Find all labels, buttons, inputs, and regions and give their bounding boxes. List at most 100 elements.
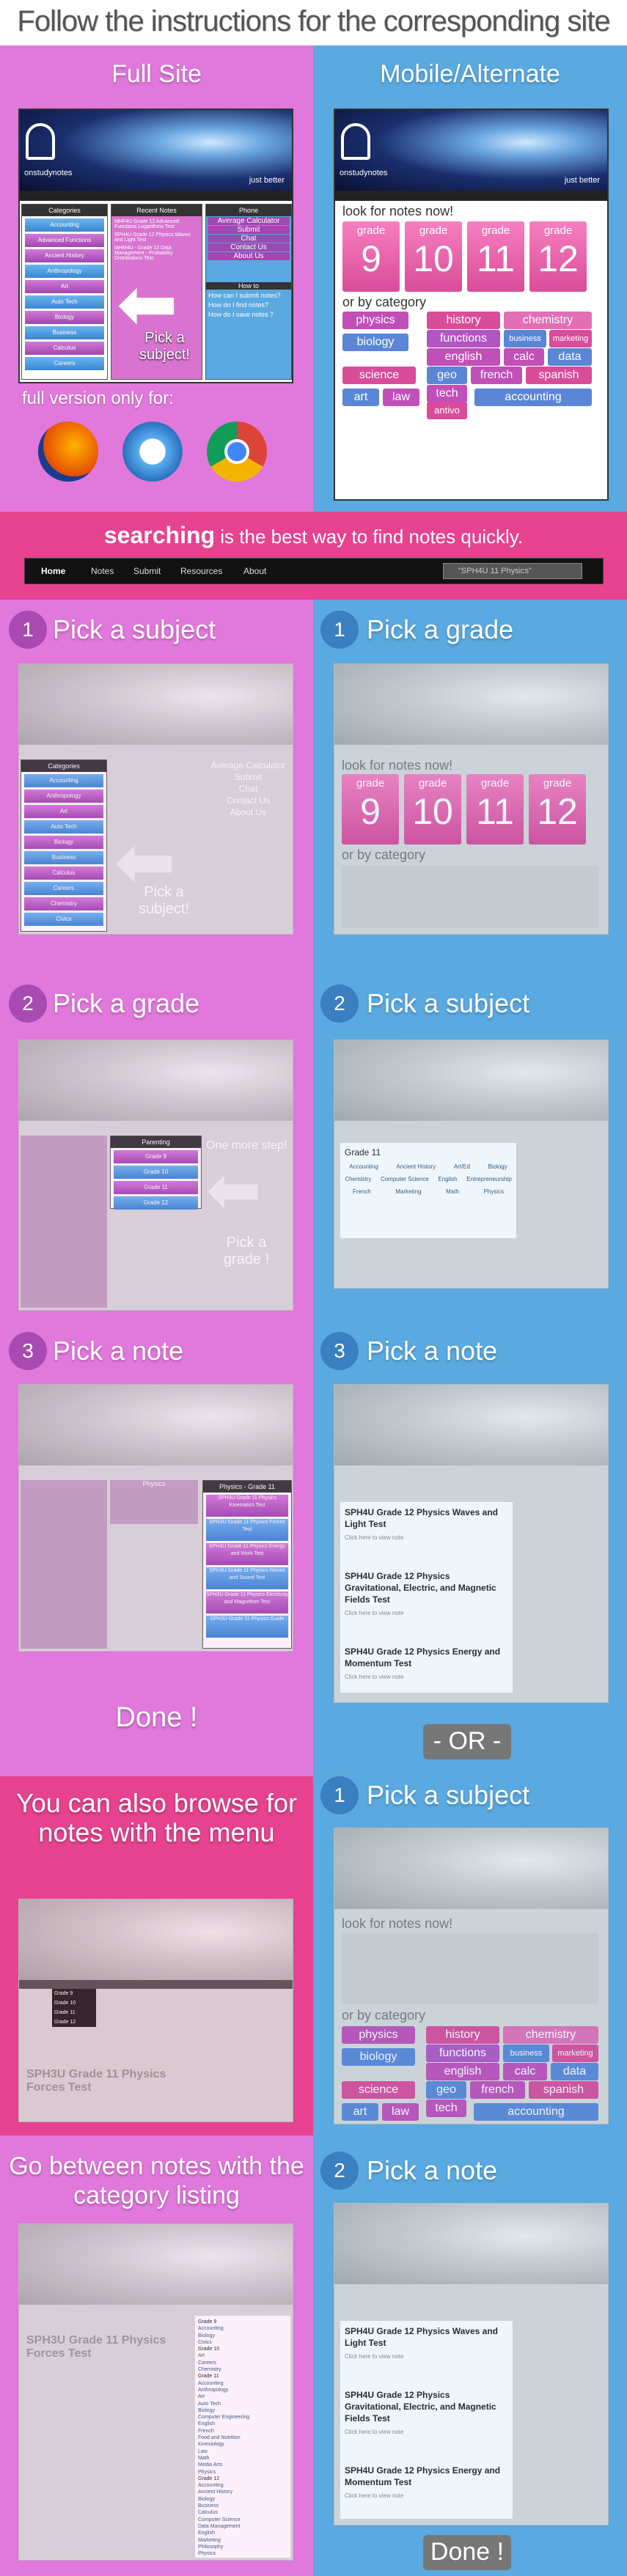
grade-item[interactable]: Grade 10 bbox=[114, 1166, 198, 1179]
note-link[interactable]: Click here to view note bbox=[345, 1674, 508, 1680]
sidebar-link[interactable]: French bbox=[198, 2428, 287, 2435]
sidebar-link[interactable]: Math bbox=[198, 2455, 287, 2462]
grade-item[interactable]: Grade 11 bbox=[114, 1181, 198, 1194]
subject-french[interactable]: french bbox=[470, 2081, 525, 2099]
sidebar-link[interactable]: Grade 9 bbox=[198, 2319, 287, 2325]
search-input[interactable]: "SPH4U 11 Physics" bbox=[443, 563, 582, 579]
category-item[interactable]: Calculus bbox=[25, 342, 104, 355]
note-title[interactable]: SPH4U Grade 12 Physics Waves and Light T… bbox=[345, 2325, 508, 2349]
category-item[interactable]: Chemistry bbox=[24, 897, 103, 910]
note-item[interactable]: SPH3U Grade 11 Physics Electricity and M… bbox=[206, 1591, 288, 1613]
sidebar-link[interactable]: English bbox=[198, 2530, 287, 2536]
sidebar-link[interactable]: Physics bbox=[198, 2550, 287, 2557]
category-item[interactable]: Advanced Functions bbox=[25, 234, 104, 247]
sidebar-link[interactable]: Philosophy bbox=[198, 2544, 287, 2550]
sidebar-link[interactable]: Biology bbox=[198, 2333, 287, 2339]
phone-link[interactable]: Average Calculator bbox=[208, 217, 290, 225]
subject-chemistry[interactable]: chemistry bbox=[503, 2026, 598, 2044]
sidebar-link[interactable]: Calculus bbox=[198, 2509, 287, 2516]
sidebar-link[interactable]: Media Arts bbox=[198, 2462, 287, 2468]
subject-marketing[interactable]: marketing bbox=[549, 330, 592, 347]
nav-about[interactable]: About bbox=[243, 566, 266, 576]
recent-item[interactable]: SPH4U Grade 12 Physics Waves and Light T… bbox=[114, 232, 199, 243]
subject-link[interactable]: Marketing bbox=[395, 1188, 421, 1195]
sidebar-link[interactable]: Physics bbox=[198, 2469, 287, 2476]
sidebar-link[interactable]: Art bbox=[198, 2393, 287, 2400]
grade-10-button[interactable]: grade 10 bbox=[404, 774, 461, 844]
subject-antivo[interactable]: antivo bbox=[427, 402, 467, 419]
dropdown-item[interactable]: Grade 11 bbox=[54, 2010, 94, 2015]
subject-spanish[interactable]: spanish bbox=[526, 367, 592, 384]
nav-resources[interactable]: Resources bbox=[180, 566, 222, 576]
subject-french[interactable]: french bbox=[471, 367, 522, 384]
category-item[interactable]: Art bbox=[24, 805, 103, 818]
grade-item[interactable]: Grade 12 bbox=[114, 1196, 198, 1210]
subject-link[interactable]: Biology bbox=[488, 1163, 507, 1170]
category-item[interactable]: Business bbox=[24, 851, 103, 864]
phone-link[interactable]: Contact Us bbox=[208, 243, 290, 251]
subject-art[interactable]: art bbox=[342, 389, 379, 406]
note-title[interactable]: SPH4U Grade 12 Physics Gravitational, El… bbox=[345, 2389, 508, 2424]
subject-link[interactable]: Physics bbox=[484, 1188, 505, 1195]
sidebar-link[interactable]: Kinesiology bbox=[198, 2441, 287, 2448]
note-link[interactable]: Click here to view note bbox=[345, 2492, 508, 2499]
grade-12-button[interactable]: grade 12 bbox=[529, 774, 586, 844]
subject-data[interactable]: data bbox=[548, 348, 592, 366]
grade-12-button[interactable]: grade 12 bbox=[529, 221, 587, 292]
subject-biology[interactable]: biology bbox=[342, 2048, 415, 2066]
phone-link[interactable]: About Us bbox=[208, 252, 290, 260]
sidebar-link[interactable]: Accounting bbox=[198, 2380, 287, 2387]
sidebar-link[interactable]: English bbox=[198, 2421, 287, 2427]
subject-geo[interactable]: geo bbox=[426, 2081, 466, 2099]
dropdown-item[interactable]: Grade 9 bbox=[54, 1991, 94, 1996]
sidebar-link[interactable]: Grade 12 bbox=[198, 2476, 287, 2482]
category-item[interactable]: Anthropology bbox=[25, 265, 104, 278]
subject-data[interactable]: data bbox=[551, 2063, 598, 2080]
subject-law[interactable]: law bbox=[383, 389, 419, 406]
category-item[interactable]: Calculus bbox=[24, 866, 103, 880]
sidebar-link[interactable]: Careers bbox=[198, 2360, 287, 2366]
note-title[interactable]: SPH4U Grade 12 Physics Energy and Moment… bbox=[345, 1646, 508, 1669]
note-link[interactable]: Click here to view note bbox=[345, 1534, 508, 1541]
subject-english[interactable]: english bbox=[426, 2063, 499, 2080]
howto-link[interactable]: How do I find notes? bbox=[208, 301, 289, 309]
subject-science[interactable]: science bbox=[342, 2081, 415, 2099]
sidebar-link[interactable]: Grade 10 bbox=[198, 2346, 287, 2352]
category-item[interactable]: Civics bbox=[24, 913, 103, 926]
sidebar-link[interactable]: Ancient History bbox=[198, 2489, 287, 2495]
subject-link[interactable]: Accounting bbox=[349, 1163, 378, 1170]
note-title[interactable]: SPH4U Grade 12 Physics Waves and Light T… bbox=[345, 1506, 508, 1530]
sidebar-link[interactable]: Accounting bbox=[198, 2325, 287, 2332]
category-item[interactable]: Careers bbox=[25, 357, 104, 370]
subject-art[interactable]: art bbox=[342, 2103, 378, 2121]
subject-accounting[interactable]: accounting bbox=[474, 389, 592, 406]
subject-accounting[interactable]: accounting bbox=[474, 2103, 598, 2121]
note-item[interactable]: SPH3U Grade 11 Physics Kinematics Test bbox=[206, 1495, 288, 1517]
category-item[interactable]: Careers bbox=[24, 882, 103, 895]
subject-english[interactable]: english bbox=[427, 348, 500, 366]
category-item[interactable]: Accounting bbox=[25, 218, 104, 232]
dropdown-item[interactable]: Grade 12 bbox=[54, 2020, 94, 2025]
note-link[interactable]: Click here to view note bbox=[345, 2429, 508, 2435]
sidebar-link[interactable]: Biology bbox=[198, 2496, 287, 2503]
category-item[interactable]: Auto Tech bbox=[24, 820, 103, 833]
grade-11-button[interactable]: grade 11 bbox=[467, 221, 524, 292]
subject-physics[interactable]: physics bbox=[342, 312, 408, 329]
note-item[interactable]: SPH3U Grade 11 Physics Waves and Sound T… bbox=[206, 1567, 288, 1589]
note-item[interactable]: SPH3U Grade 11 Physics Guide bbox=[206, 1616, 288, 1638]
subject-history[interactable]: history bbox=[426, 2026, 499, 2044]
subject-calc[interactable]: calc bbox=[504, 348, 544, 366]
subject-spanish[interactable]: spanish bbox=[529, 2081, 598, 2099]
grade-9-button[interactable]: grade 9 bbox=[342, 221, 400, 292]
note-title[interactable]: SPH4U Grade 12 Physics Energy and Moment… bbox=[345, 2465, 508, 2488]
category-item[interactable]: Accounting bbox=[24, 774, 103, 787]
sidebar-link[interactable]: Art bbox=[198, 2352, 287, 2359]
sidebar-link[interactable]: Accounting bbox=[198, 2482, 287, 2489]
category-item[interactable]: Business bbox=[25, 326, 104, 339]
howto-link[interactable]: How do I save notes ? bbox=[208, 311, 289, 318]
nav-notes[interactable]: Notes bbox=[91, 566, 114, 576]
grade-11-button[interactable]: grade 11 bbox=[466, 774, 524, 844]
sidebar-link[interactable]: Law bbox=[198, 2448, 287, 2455]
subject-link[interactable]: French bbox=[353, 1188, 371, 1195]
subject-business[interactable]: business bbox=[503, 2045, 549, 2062]
